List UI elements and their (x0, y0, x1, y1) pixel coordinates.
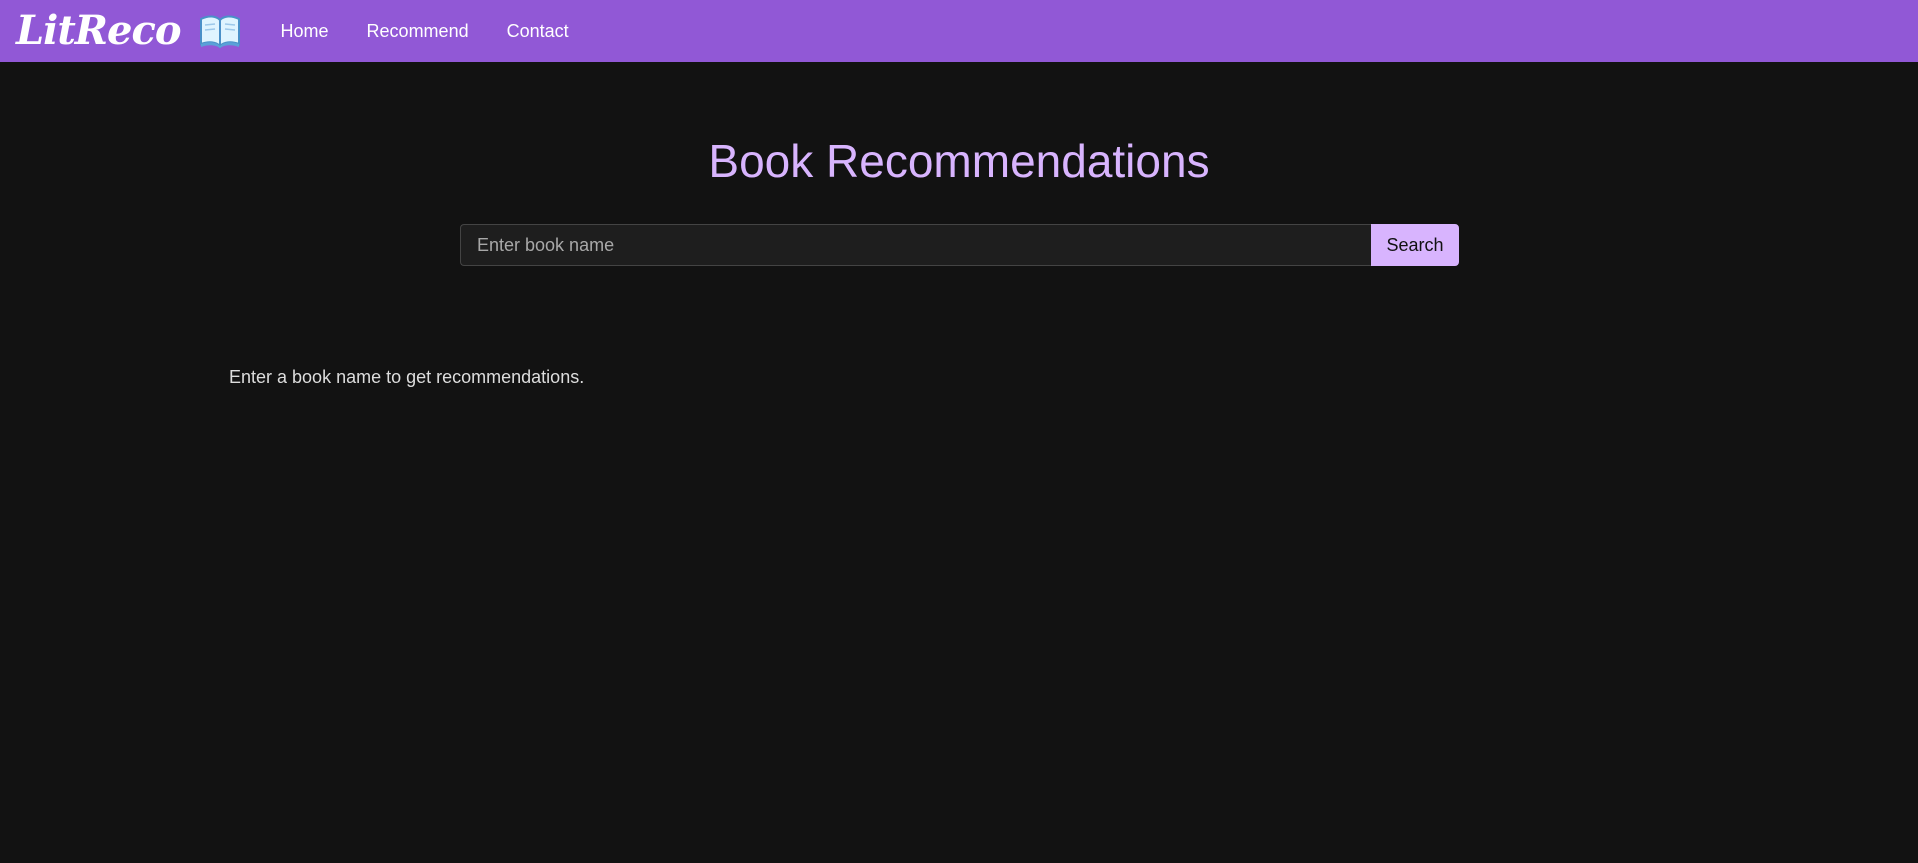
search-bar: Search (460, 224, 1459, 266)
book-search-input[interactable] (460, 224, 1371, 266)
top-navbar: LitReco Home Recommend Contact (0, 0, 1918, 62)
brand-logo-link[interactable]: LitReco (16, 11, 241, 51)
nav-link-home[interactable]: Home (281, 21, 329, 42)
nav-links: Home Recommend Contact (281, 21, 607, 42)
page-title: Book Recommendations (708, 135, 1210, 187)
brand-logo-text: LitReco (16, 7, 182, 54)
search-button[interactable]: Search (1371, 224, 1459, 266)
nav-link-contact[interactable]: Contact (507, 21, 569, 42)
nav-link-recommend[interactable]: Recommend (367, 21, 469, 42)
recommendations-hint: Enter a book name to get recommendations… (229, 367, 585, 387)
open-book-icon (199, 15, 240, 49)
